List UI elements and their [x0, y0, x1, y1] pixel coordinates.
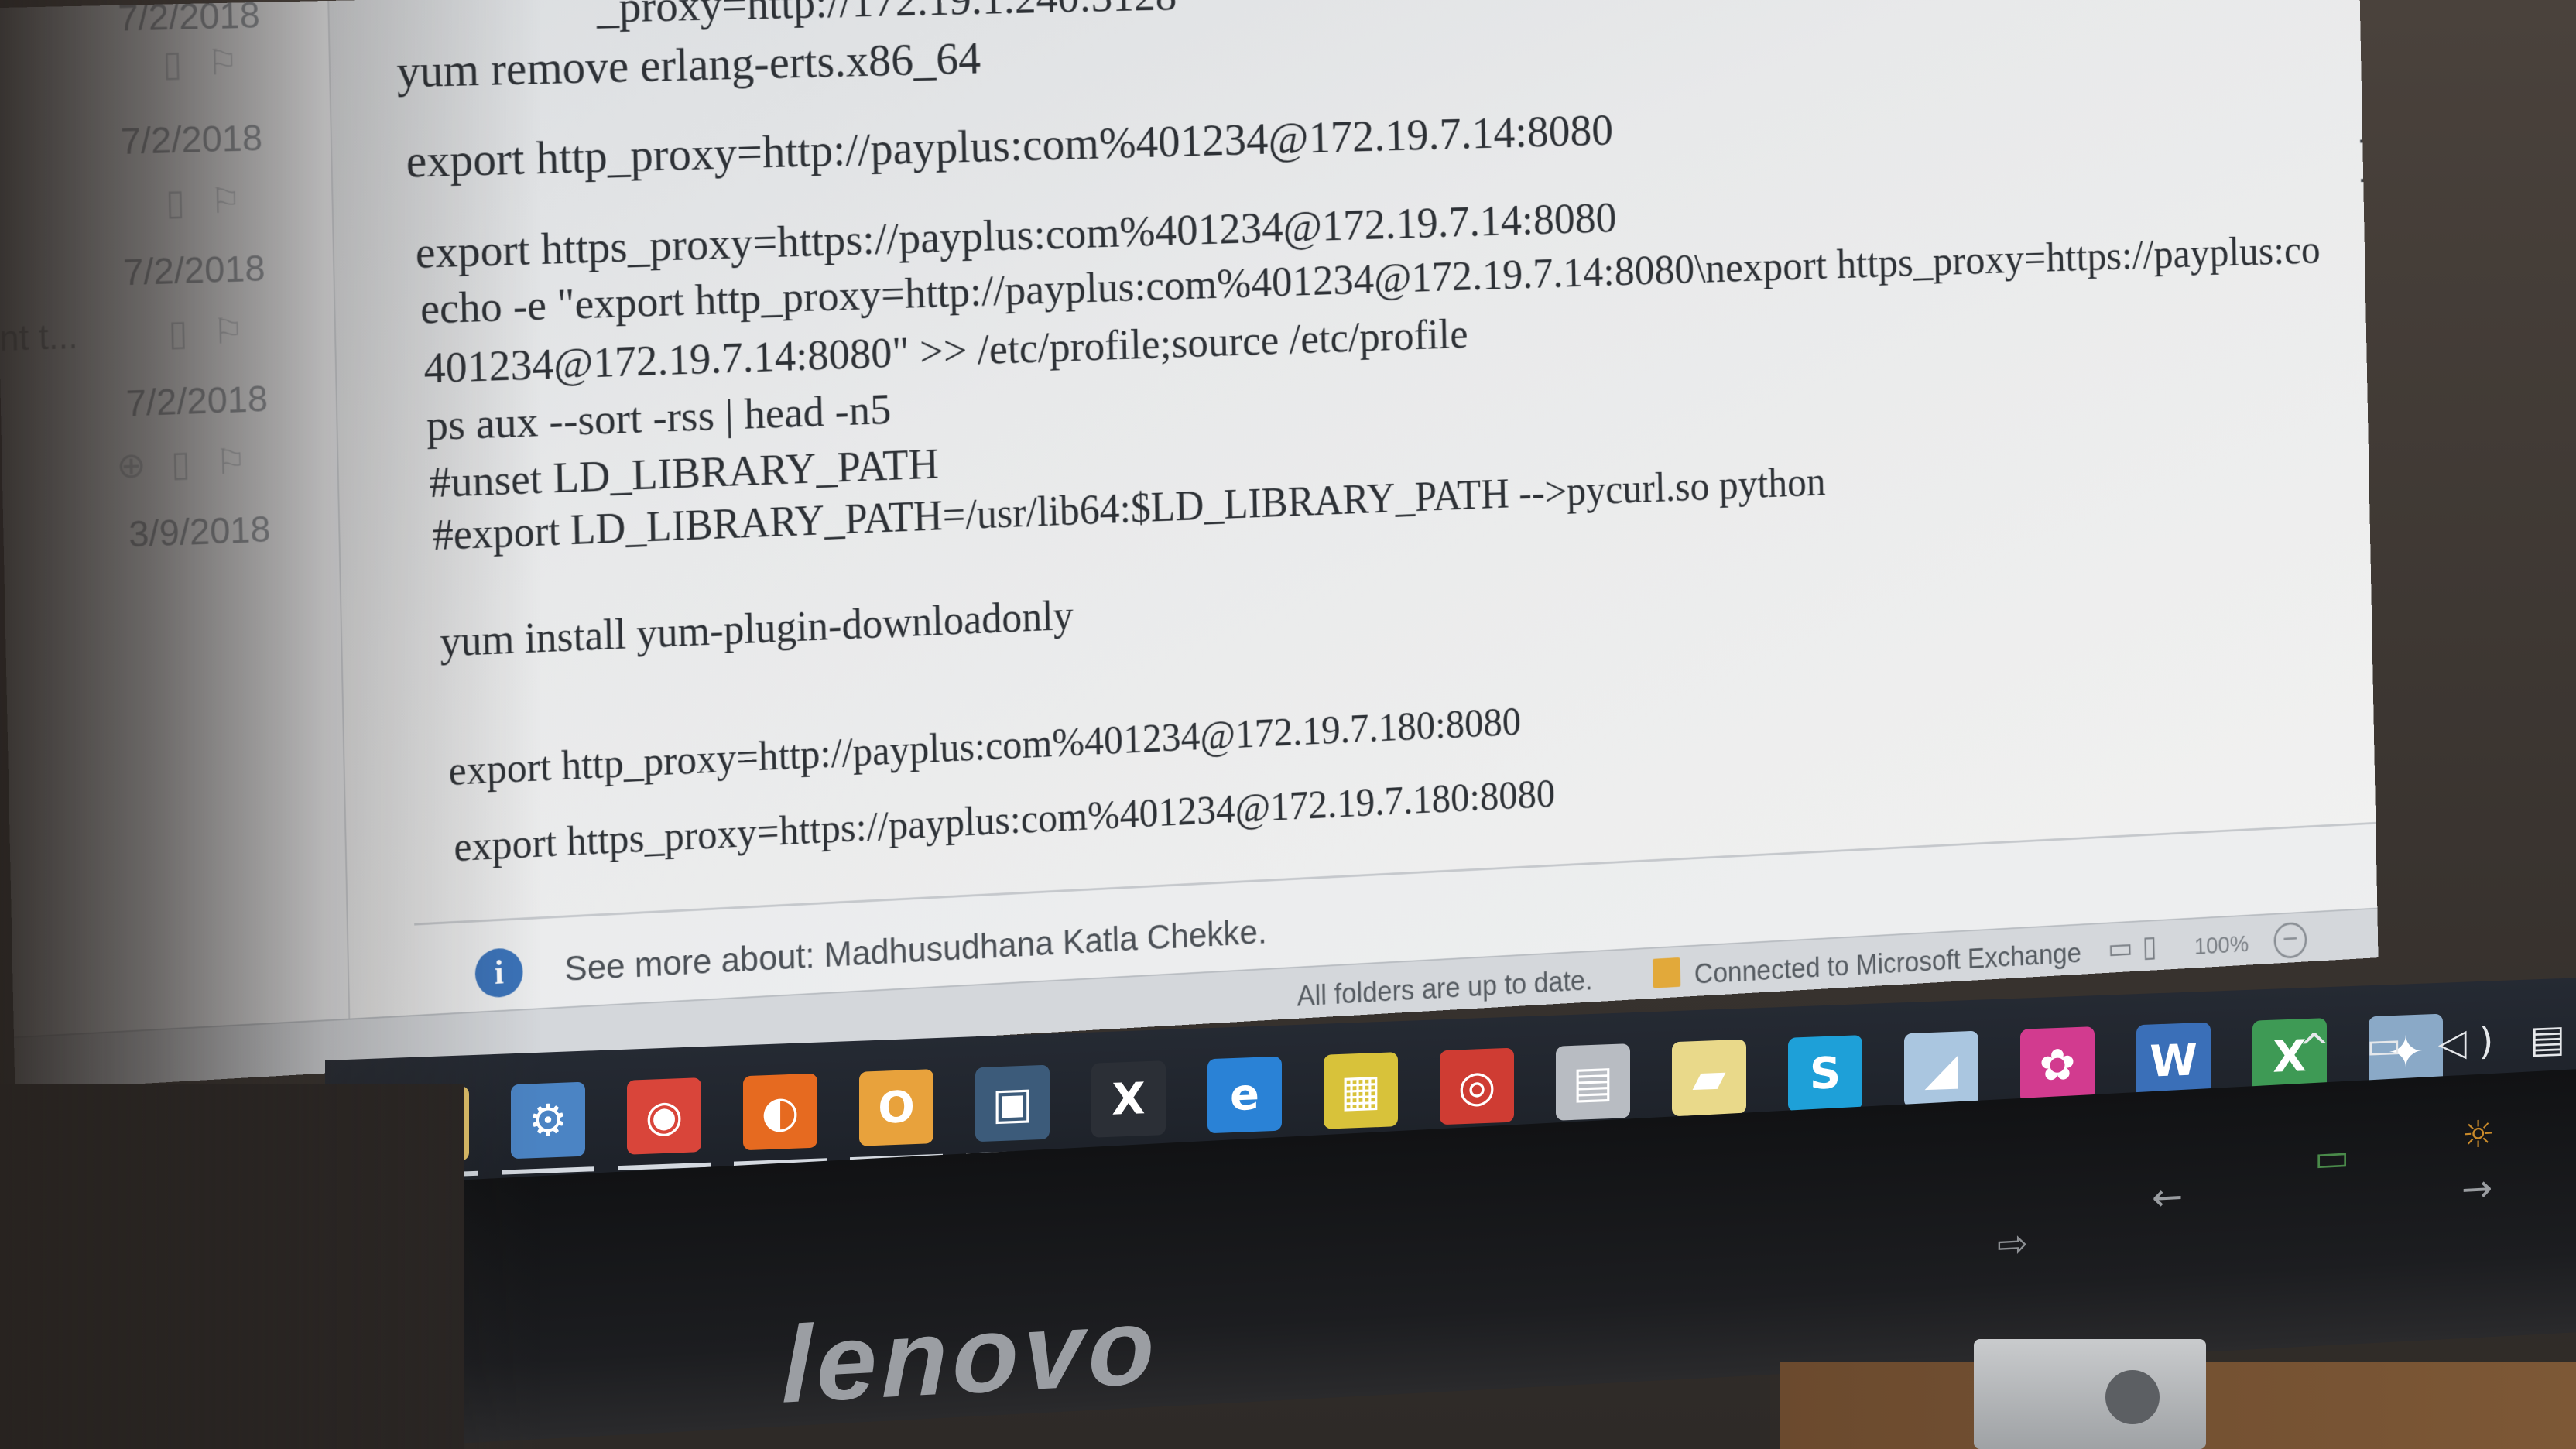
body-line: _proxy=http://172.19.1.240:3128 [596, 0, 1177, 33]
remote-desktop-icon[interactable]: ▣ [975, 1064, 1050, 1142]
exchange-icon [1652, 957, 1681, 988]
connection-status: Connected to Microsoft Exchange [1694, 938, 2082, 991]
list-item[interactable]: 7/2/2018 ▯ ⚐ [0, 115, 333, 248]
outlook-window: 7/2/2018 ▯ ⚐ 7/2/2018 ▯ ⚐ 7/2/2018 nt t.… [0, 0, 2379, 1091]
power-indicator-icon: ▭ [2314, 1135, 2350, 1181]
body-line: export http_proxy=http://payplus:com%401… [405, 104, 1614, 188]
settings-app-icon[interactable]: ✿ [2020, 1026, 2095, 1104]
list-item[interactable]: 7/2/2018 ⊕ ▯ ⚐ [0, 376, 337, 511]
message-snippet: nt t... [0, 315, 79, 359]
input-source-icon[interactable]: ⇨ [1997, 1221, 2028, 1266]
xming-icon[interactable]: X [1091, 1060, 1166, 1138]
flag-icon[interactable]: ▯ ⚐ [163, 41, 246, 84]
system-tray[interactable]: ^ ▭ ◁) ▤ [2299, 1016, 2576, 1070]
list-item[interactable]: 7/2/2018 ▯ ⚐ [0, 0, 329, 84]
list-item[interactable]: 3/9/2018 [3, 506, 340, 588]
shadow-area [0, 1084, 464, 1449]
stand-knob [2105, 1370, 2160, 1424]
zoom-level[interactable]: 100% [2194, 930, 2249, 960]
flag-icon[interactable]: ▯ ⚐ [168, 310, 252, 354]
network-icon[interactable]: ⚙ [511, 1081, 585, 1160]
word-icon[interactable]: W [2136, 1022, 2211, 1100]
notes-icon[interactable]: ◢ [1904, 1030, 1978, 1108]
message-date: 7/2/2018 [120, 118, 263, 163]
list-item[interactable]: 7/2/2018 nt t... ▯ ⚐ [0, 245, 335, 379]
message-date: 7/2/2018 [117, 0, 261, 39]
lenovo-logo: lenovo [782, 1284, 1160, 1426]
skype-icon[interactable]: S [1788, 1035, 1862, 1112]
left-arrow-icon[interactable]: ← [2152, 1175, 2183, 1220]
photo-scene: 7/2/2018 ▯ ⚐ 7/2/2018 ▯ ⚐ 7/2/2018 nt t.… [0, 0, 2576, 1449]
message-list[interactable]: 7/2/2018 ▯ ⚐ 7/2/2018 ▯ ⚐ 7/2/2018 nt t.… [0, 0, 351, 1076]
attachment-flag-icon[interactable]: ⊕ ▯ ⚐ [116, 440, 255, 486]
vlc-like-icon[interactable]: ◎ [1440, 1047, 1514, 1125]
zoom-out-button[interactable]: − [2273, 921, 2307, 960]
message-date: 7/2/2018 [122, 248, 266, 294]
right-arrow-icon[interactable]: → [2461, 1166, 2492, 1211]
sync-status: All folders are up to date. [1297, 964, 1593, 1013]
outlook-icon[interactable]: O [859, 1069, 933, 1146]
printer-icon[interactable]: ▤ [1556, 1043, 1630, 1121]
monitor-stand [1974, 1339, 2206, 1449]
firefox-icon[interactable]: ◐ [743, 1073, 817, 1151]
reading-pane[interactable]: _proxy=http://172.19.1.240:3128 yum remo… [327, 0, 2379, 896]
body-line: ps aux --sort -rss | head -n5 [426, 384, 892, 450]
text-cursor-icon: I [2357, 128, 2379, 196]
flag-icon[interactable]: ▯ ⚐ [165, 179, 248, 223]
body-line: yum remove erlang-erts.x86_64 [396, 33, 981, 98]
message-date: 7/2/2018 [125, 379, 269, 425]
brightness-icon[interactable]: ☼ [2461, 1112, 2495, 1157]
message-date: 3/9/2018 [128, 509, 272, 556]
internet-explorer-icon[interactable]: e [1208, 1056, 1282, 1134]
folder-icon[interactable]: ▰ [1672, 1039, 1746, 1117]
body-line: yum install yum-plugin-downloadonly [439, 592, 1074, 666]
filezilla-icon[interactable]: ▦ [1324, 1052, 1398, 1129]
info-icon: i [474, 947, 524, 999]
chrome-icon[interactable]: ◉ [627, 1077, 701, 1155]
view-mode-icon[interactable]: ▭▯ [2108, 930, 2167, 966]
